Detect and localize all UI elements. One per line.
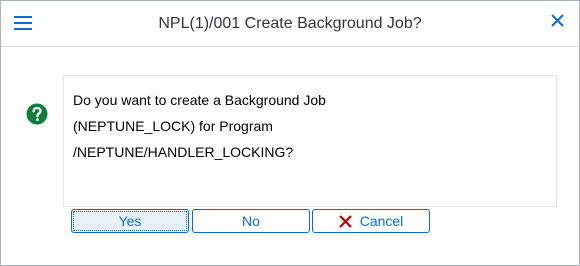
hamburger-menu-icon bbox=[14, 16, 32, 30]
cancel-button[interactable]: Cancel bbox=[312, 209, 430, 233]
message-line: (NEPTUNE_LOCK) for Program bbox=[73, 118, 273, 134]
yes-button-label: Yes bbox=[118, 213, 142, 229]
yes-button[interactable]: Yes bbox=[71, 209, 189, 233]
cancel-x-icon bbox=[338, 214, 352, 228]
question-icon bbox=[26, 103, 48, 125]
dialog-titlebar: NPL(1)/001 Create Background Job? bbox=[1, 1, 579, 47]
close-icon bbox=[550, 14, 564, 32]
message-line: /NEPTUNE/HANDLER_LOCKING? bbox=[73, 144, 294, 160]
message-text: Do you want to create a Background Job (… bbox=[73, 87, 547, 165]
no-button[interactable]: No bbox=[192, 209, 310, 233]
cancel-button-label: Cancel bbox=[359, 213, 404, 229]
menu-button[interactable] bbox=[11, 11, 35, 35]
message-area: Do you want to create a Background Job (… bbox=[63, 75, 557, 207]
message-line: Do you want to create a Background Job bbox=[73, 92, 326, 108]
dialog-title: NPL(1)/001 Create Background Job? bbox=[158, 15, 422, 32]
popup-dialog: NPL(1)/001 Create Background Job? Do you… bbox=[0, 0, 580, 266]
no-button-label: No bbox=[242, 213, 260, 229]
close-button[interactable] bbox=[545, 11, 569, 35]
